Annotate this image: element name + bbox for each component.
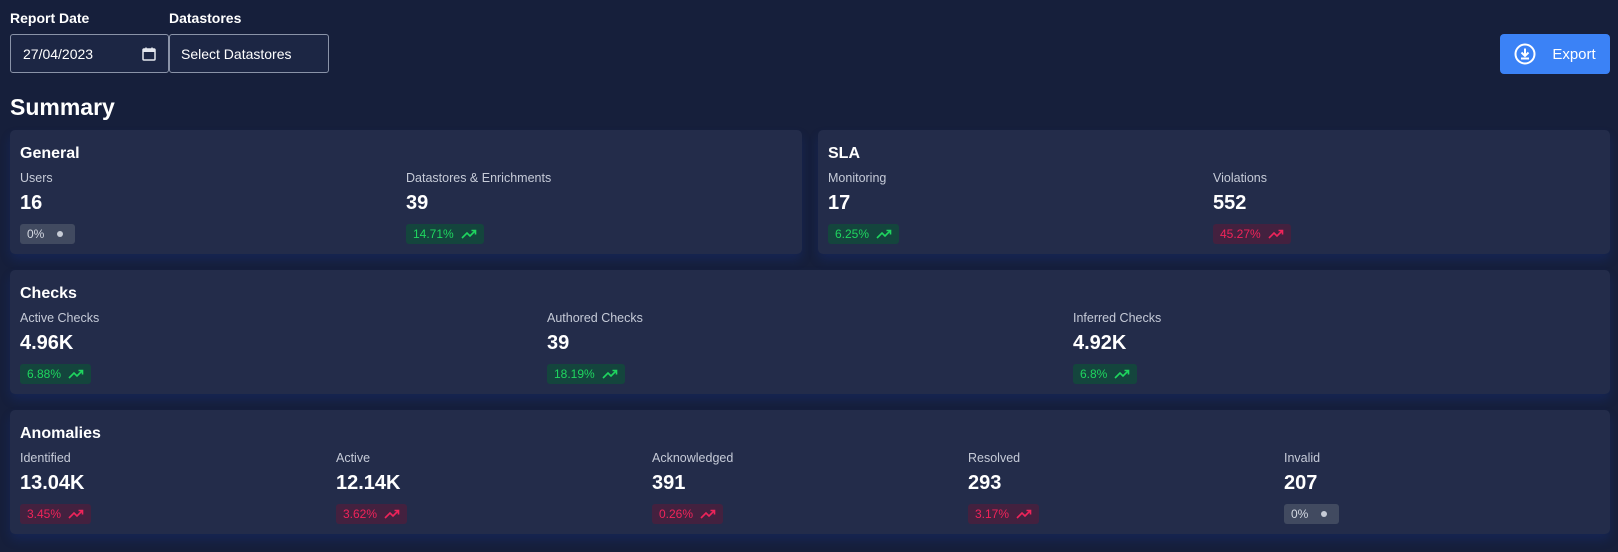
datastores-label: Datastores bbox=[169, 10, 242, 26]
metric-value: 17 bbox=[828, 192, 851, 214]
metric-invalid: Invalid 207 0% bbox=[1284, 451, 1340, 524]
change-value: 14.71% bbox=[413, 227, 454, 241]
change-badge: 14.71% bbox=[406, 224, 484, 244]
metric-label: Active Checks bbox=[20, 311, 100, 325]
metric-label: Active bbox=[336, 451, 371, 465]
sla-card: SLA Monitoring 17 6.25% Violations 552 4… bbox=[818, 130, 1610, 254]
change-value: 45.27% bbox=[1220, 227, 1261, 241]
metric-value: 4.92K bbox=[1073, 332, 1127, 354]
metric-value: 207 bbox=[1284, 472, 1318, 494]
metric-value: 552 bbox=[1213, 192, 1247, 214]
metric-value: 391 bbox=[652, 472, 686, 494]
change-badge: 18.19% bbox=[547, 364, 625, 384]
change-badge: 6.25% bbox=[828, 224, 900, 244]
trending-up-icon bbox=[700, 509, 716, 519]
general-card: General Users 16 0% Datastores & Enrichm… bbox=[10, 130, 802, 254]
change-badge: 3.62% bbox=[336, 504, 408, 524]
trending-up-icon bbox=[68, 369, 84, 379]
metric-authored-checks: Authored Checks 39 18.19% bbox=[547, 311, 643, 384]
change-value: 3.17% bbox=[975, 507, 1010, 521]
checks-card: Checks Active Checks 4.96K 6.88% Authore… bbox=[10, 270, 1610, 394]
change-value: 0% bbox=[1291, 507, 1309, 521]
change-badge: 0% bbox=[1284, 504, 1340, 524]
metric-value: 12.14K bbox=[336, 472, 401, 494]
metric-value: 16 bbox=[20, 192, 43, 214]
metric-label: Acknowledged bbox=[652, 451, 734, 465]
export-button[interactable]: Export bbox=[1500, 34, 1610, 74]
metric-monitoring: Monitoring 17 6.25% bbox=[828, 171, 900, 244]
change-value: 6.88% bbox=[27, 367, 62, 381]
metric-value: 39 bbox=[406, 192, 429, 214]
datastores-select[interactable]: Select Datastores bbox=[169, 34, 329, 73]
change-value: 6.8% bbox=[1080, 367, 1108, 381]
metric-active-anomalies: Active 12.14K 3.62% bbox=[336, 451, 408, 524]
report-date-filter: Report Date 27/04/2023 bbox=[10, 10, 169, 73]
metric-identified: Identified 13.04K 3.45% bbox=[20, 451, 92, 524]
metric-value: 39 bbox=[547, 332, 570, 354]
metric-value: 293 bbox=[968, 472, 1002, 494]
trending-up-icon bbox=[461, 229, 477, 239]
metric-inferred-checks: Inferred Checks 4.92K 6.8% bbox=[1073, 311, 1161, 384]
change-badge: 45.27% bbox=[1213, 224, 1291, 244]
calendar-icon[interactable] bbox=[142, 47, 156, 61]
sla-title: SLA bbox=[828, 145, 860, 162]
metric-users: Users 16 0% bbox=[20, 171, 76, 244]
change-badge: 3.45% bbox=[20, 504, 92, 524]
trending-up-icon bbox=[384, 509, 400, 519]
dot-icon bbox=[57, 231, 64, 237]
metric-value: 13.04K bbox=[20, 472, 85, 494]
metric-label: Resolved bbox=[968, 451, 1021, 465]
metric-violations: Violations 552 45.27% bbox=[1213, 171, 1291, 244]
change-value: 0.26% bbox=[659, 507, 694, 521]
metric-label: Users bbox=[20, 171, 53, 185]
change-value: 3.45% bbox=[27, 507, 62, 521]
dot-icon bbox=[1321, 511, 1328, 517]
report-date-input[interactable]: 27/04/2023 bbox=[10, 34, 169, 73]
trending-up-icon bbox=[68, 509, 84, 519]
report-date-label: Report Date bbox=[10, 10, 90, 26]
change-badge: 0% bbox=[20, 224, 76, 244]
metric-datastores-enrichments: Datastores & Enrichments 39 14.71% bbox=[406, 171, 551, 244]
metric-label: Inferred Checks bbox=[1073, 311, 1162, 325]
anomalies-card: Anomalies Identified 13.04K 3.45% Active… bbox=[10, 410, 1610, 534]
checks-title: Checks bbox=[20, 285, 77, 302]
metric-acknowledged: Acknowledged 391 0.26% bbox=[652, 451, 733, 524]
trending-up-icon bbox=[1016, 509, 1032, 519]
datastores-select-value: Select Datastores bbox=[181, 45, 292, 62]
general-title: General bbox=[20, 145, 80, 162]
trending-up-icon bbox=[876, 229, 892, 239]
change-value: 18.19% bbox=[554, 367, 595, 381]
change-badge: 3.17% bbox=[968, 504, 1040, 524]
download-circle-icon bbox=[1514, 43, 1536, 65]
datastores-filter: Datastores Select Datastores bbox=[169, 10, 329, 73]
metric-label: Invalid bbox=[1284, 451, 1321, 465]
trending-up-icon bbox=[602, 369, 618, 379]
page-title: Summary bbox=[10, 94, 115, 120]
metric-label: Violations bbox=[1213, 171, 1267, 185]
metric-label: Authored Checks bbox=[547, 311, 643, 325]
trending-up-icon bbox=[1114, 369, 1130, 379]
change-badge: 6.88% bbox=[20, 364, 92, 384]
change-value: 6.25% bbox=[835, 227, 870, 241]
export-label: Export bbox=[1552, 45, 1596, 63]
change-value: 0% bbox=[27, 227, 45, 241]
change-badge: 0.26% bbox=[652, 504, 724, 524]
metric-resolved: Resolved 293 3.17% bbox=[968, 451, 1040, 524]
metric-label: Monitoring bbox=[828, 171, 887, 185]
metric-label: Identified bbox=[20, 451, 71, 465]
trending-up-icon bbox=[1268, 229, 1284, 239]
change-badge: 6.8% bbox=[1073, 364, 1138, 384]
anomalies-title: Anomalies bbox=[20, 425, 101, 442]
metric-label: Datastores & Enrichments bbox=[406, 171, 552, 185]
change-value: 3.62% bbox=[343, 507, 378, 521]
metric-value: 4.96K bbox=[20, 332, 74, 354]
report-page: Report Date 27/04/2023 Datastores Select… bbox=[0, 0, 1618, 552]
report-date-value: 27/04/2023 bbox=[23, 45, 94, 62]
metric-active-checks: Active Checks 4.96K 6.88% bbox=[20, 311, 99, 384]
